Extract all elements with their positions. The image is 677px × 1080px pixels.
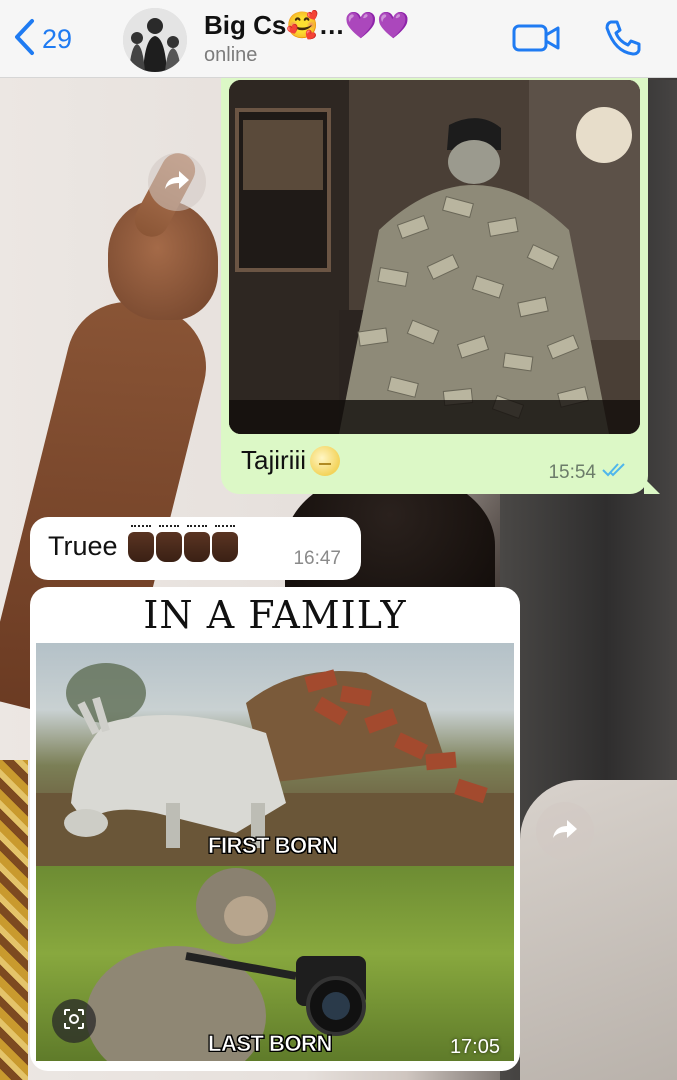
message-time: 17:05 — [449, 1036, 500, 1058]
forward-button[interactable] — [148, 153, 206, 211]
message-body: Truee — [48, 524, 238, 562]
back-button[interactable]: 29 — [12, 18, 72, 60]
contact-name[interactable]: Big Cs🥰…💜💜 — [204, 10, 409, 41]
outgoing-image-message[interactable]: Tajiriii 15:54 — [221, 60, 660, 494]
forward-icon — [163, 169, 191, 196]
chevron-left-icon — [12, 17, 36, 62]
incoming-image-message[interactable]: IN A FAMILY FIRST BORN LAST BORN 17:05 — [30, 587, 520, 1071]
message-meta: 15:54 — [548, 462, 628, 484]
message-time: 16:47 — [293, 548, 341, 569]
smiling-face-emoji — [310, 445, 340, 476]
meme-monkey-photo[interactable]: LAST BORN — [36, 866, 514, 1061]
video-camera-icon — [512, 24, 562, 60]
lens-icon — [62, 1007, 86, 1036]
chat-header: 29 Big Cs🥰…💜💜 online — [0, 0, 677, 78]
raised-hands-emoji — [211, 524, 238, 562]
visual-lookup-button[interactable] — [52, 999, 96, 1043]
image-caption: Tajiriii — [241, 445, 340, 476]
money-costume-photo[interactable] — [229, 80, 640, 434]
raised-hands-emoji — [155, 524, 182, 562]
contact-status: online — [204, 44, 258, 66]
raised-hands-emoji — [183, 524, 210, 562]
forward-button[interactable] — [536, 802, 594, 860]
incoming-text-message[interactable]: Truee 16:47 — [30, 517, 361, 580]
meme-title: IN A FAMILY — [143, 593, 407, 637]
money-costume-illustration — [229, 80, 640, 434]
avatar[interactable] — [123, 8, 187, 72]
message-text: Truee — [48, 531, 118, 561]
meme-label-first-born: FIRST BORN — [208, 833, 339, 859]
avatar-photo — [123, 8, 187, 72]
double-check-icon — [602, 462, 628, 484]
message-time: 15:54 — [548, 462, 596, 483]
unread-count: 29 — [42, 23, 73, 54]
meme-label-last-born: LAST BORN — [208, 1031, 333, 1057]
caption-text: Tajiriii — [241, 445, 306, 475]
wallpaper-fabric — [0, 760, 28, 1080]
forward-icon — [551, 818, 579, 845]
phone-icon — [603, 20, 643, 62]
raised-hands-emoji — [127, 524, 154, 562]
video-call-button[interactable] — [512, 20, 562, 56]
raised-hands-emoji-group — [127, 524, 238, 562]
voice-call-button[interactable] — [603, 18, 643, 58]
meme-donkey-photo[interactable]: FIRST BORN — [36, 643, 514, 866]
bubble-tail — [644, 478, 660, 494]
